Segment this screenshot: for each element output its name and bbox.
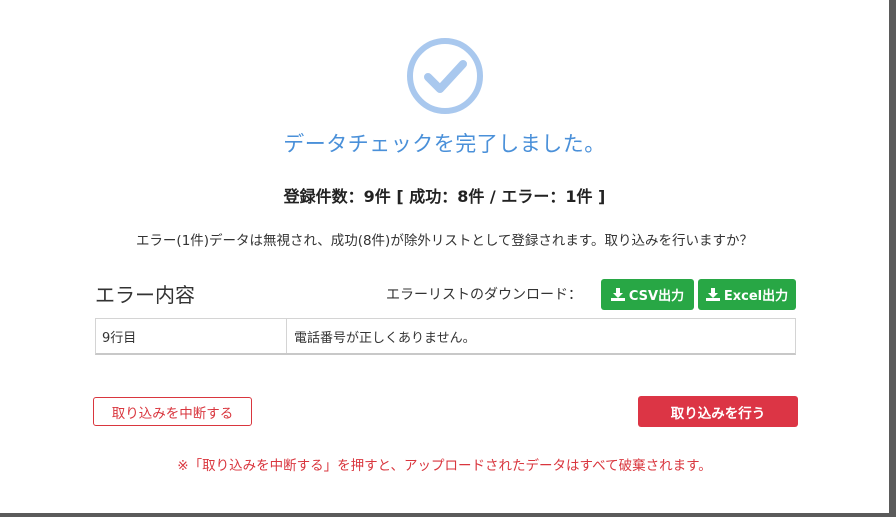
download-icon <box>705 288 720 301</box>
cancel-import-button[interactable]: 取り込みを中断する <box>93 397 252 426</box>
window-edge <box>889 0 896 517</box>
error-row-number: 9行目 <box>96 319 287 353</box>
check-circle-icon <box>406 37 484 115</box>
download-label: エラーリストのダウンロード： <box>386 287 582 303</box>
csv-export-label: CSV出力 <box>628 289 685 304</box>
window-edge <box>0 513 896 517</box>
execute-import-button[interactable]: 取り込みを行う <box>638 396 798 427</box>
cancel-warning-note: ※「取り込みを中断する」を押すと、アップロードされたデータはすべて破棄されます。 <box>177 458 712 474</box>
registration-summary: 登録件数：9件 [ 成功：8件 / エラー：1件 ] <box>283 187 606 206</box>
dialog-description: エラー(1件)データは無視され、成功(8件)が除外リストとして登録されます。取り… <box>135 233 754 249</box>
error-table-row: 9行目 電話番号が正しくありません。 <box>95 318 796 355</box>
csv-export-button[interactable]: CSV出力 <box>601 279 694 310</box>
error-section-title: エラー内容 <box>95 283 195 307</box>
download-icon <box>610 288 625 301</box>
dialog-title: データチェックを完了しました。 <box>283 132 606 156</box>
error-message: 電話番号が正しくありません。 <box>294 330 476 346</box>
excel-export-label: Excel出力 <box>723 289 789 304</box>
import-check-dialog: データチェックを完了しました。 登録件数：9件 [ 成功：8件 / エラー：1件… <box>0 0 889 513</box>
excel-export-button[interactable]: Excel出力 <box>698 279 796 310</box>
screen: データチェックを完了しました。 登録件数：9件 [ 成功：8件 / エラー：1件… <box>0 0 896 517</box>
